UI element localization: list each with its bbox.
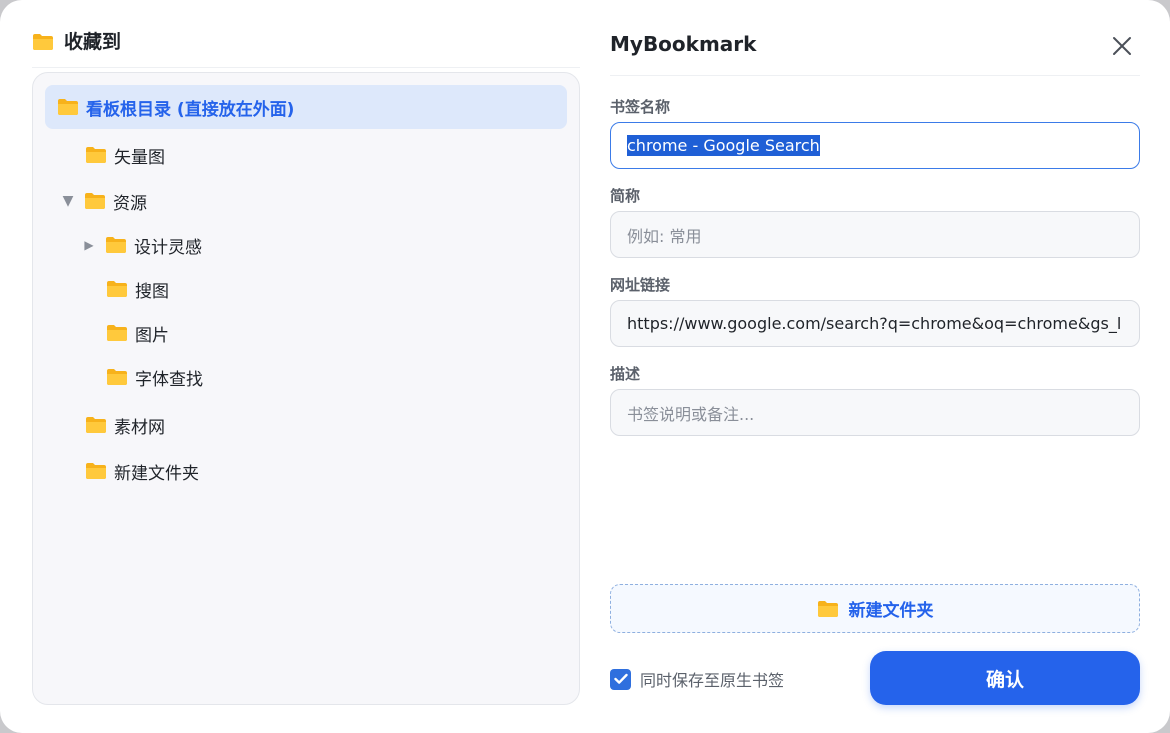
tree-item-new-folder[interactable]: 新建文件夹	[85, 449, 199, 493]
save-native-checkbox[interactable]	[610, 668, 631, 690]
tree-item-material-sites[interactable]: 素材网	[85, 403, 165, 447]
bookmark-name-value: chrome - Google Search	[627, 135, 820, 156]
bookmark-name-input[interactable]: chrome - Google Search	[610, 122, 1140, 169]
folder-icon	[85, 416, 107, 434]
folder-icon	[85, 462, 107, 480]
folder-icon	[817, 600, 839, 618]
tree-item-design-inspiration[interactable]: ▶ 设计灵感	[82, 223, 202, 267]
tree-item-label: 资源	[113, 193, 147, 214]
bookmark-dialog: 收藏到 看板根目录 (直接放在外面) 矢量图 ▼ 资源 ▶ 设计灵感 搜图 图片…	[0, 0, 1170, 733]
save-native-label: 同时保存至原生书签	[640, 671, 785, 690]
description-label: 描述	[610, 365, 641, 383]
checkmark-icon	[613, 673, 628, 684]
tree-item-label: 看板根目录 (直接放在外面)	[86, 99, 295, 120]
tree-item-resources[interactable]: ▼ 资源	[61, 179, 147, 223]
tree-item-vector[interactable]: 矢量图	[85, 133, 165, 177]
close-icon[interactable]	[1110, 34, 1134, 58]
right-panel-header: MyBookmark	[610, 28, 1140, 76]
tree-item-label: 图片	[135, 325, 169, 346]
folder-icon	[32, 33, 54, 51]
tree-item-label: 矢量图	[114, 147, 165, 168]
folder-icon	[106, 324, 128, 342]
new-folder-button[interactable]: 新建文件夹	[610, 584, 1140, 633]
caret-down-icon[interactable]: ▼	[61, 193, 75, 209]
folder-icon	[84, 192, 106, 210]
description-input[interactable]: 书签说明或备注...	[610, 389, 1140, 436]
caret-right-icon[interactable]: ▶	[82, 238, 96, 252]
short-name-label: 简称	[610, 187, 641, 205]
short-name-input[interactable]: 例如: 常用	[610, 211, 1140, 258]
folder-icon	[57, 98, 79, 116]
confirm-button[interactable]: 确认	[870, 651, 1140, 705]
folder-icon	[106, 368, 128, 386]
tree-item-label: 新建文件夹	[114, 463, 199, 484]
tree-item-root[interactable]: 看板根目录 (直接放在外面)	[45, 85, 567, 129]
folder-tree: 看板根目录 (直接放在外面) 矢量图 ▼ 资源 ▶ 设计灵感 搜图 图片 字体查…	[32, 72, 580, 705]
folder-icon	[106, 280, 128, 298]
url-input[interactable]: https://www.google.com/search?q=chrome&o…	[610, 300, 1140, 347]
save-native-checkbox-row[interactable]: 同时保存至原生书签	[610, 667, 784, 691]
close-button[interactable]	[1110, 34, 1134, 58]
left-panel-header: 收藏到	[32, 28, 580, 68]
app-title: MyBookmark	[610, 32, 757, 56]
tree-item-label: 设计灵感	[134, 237, 202, 258]
new-folder-label: 新建文件夹	[848, 601, 934, 621]
folder-icon	[105, 236, 127, 254]
left-panel-title: 收藏到	[64, 31, 122, 53]
url-label: 网址链接	[610, 276, 671, 294]
tree-item-pictures[interactable]: 图片	[106, 311, 169, 355]
tree-item-image-search[interactable]: 搜图	[106, 267, 169, 311]
tree-item-font-finder[interactable]: 字体查找	[106, 355, 203, 399]
folder-icon	[85, 146, 107, 164]
tree-item-label: 搜图	[135, 281, 169, 302]
tree-item-label: 字体查找	[135, 369, 203, 390]
bookmark-name-label: 书签名称	[610, 98, 671, 116]
tree-item-label: 素材网	[114, 417, 165, 438]
